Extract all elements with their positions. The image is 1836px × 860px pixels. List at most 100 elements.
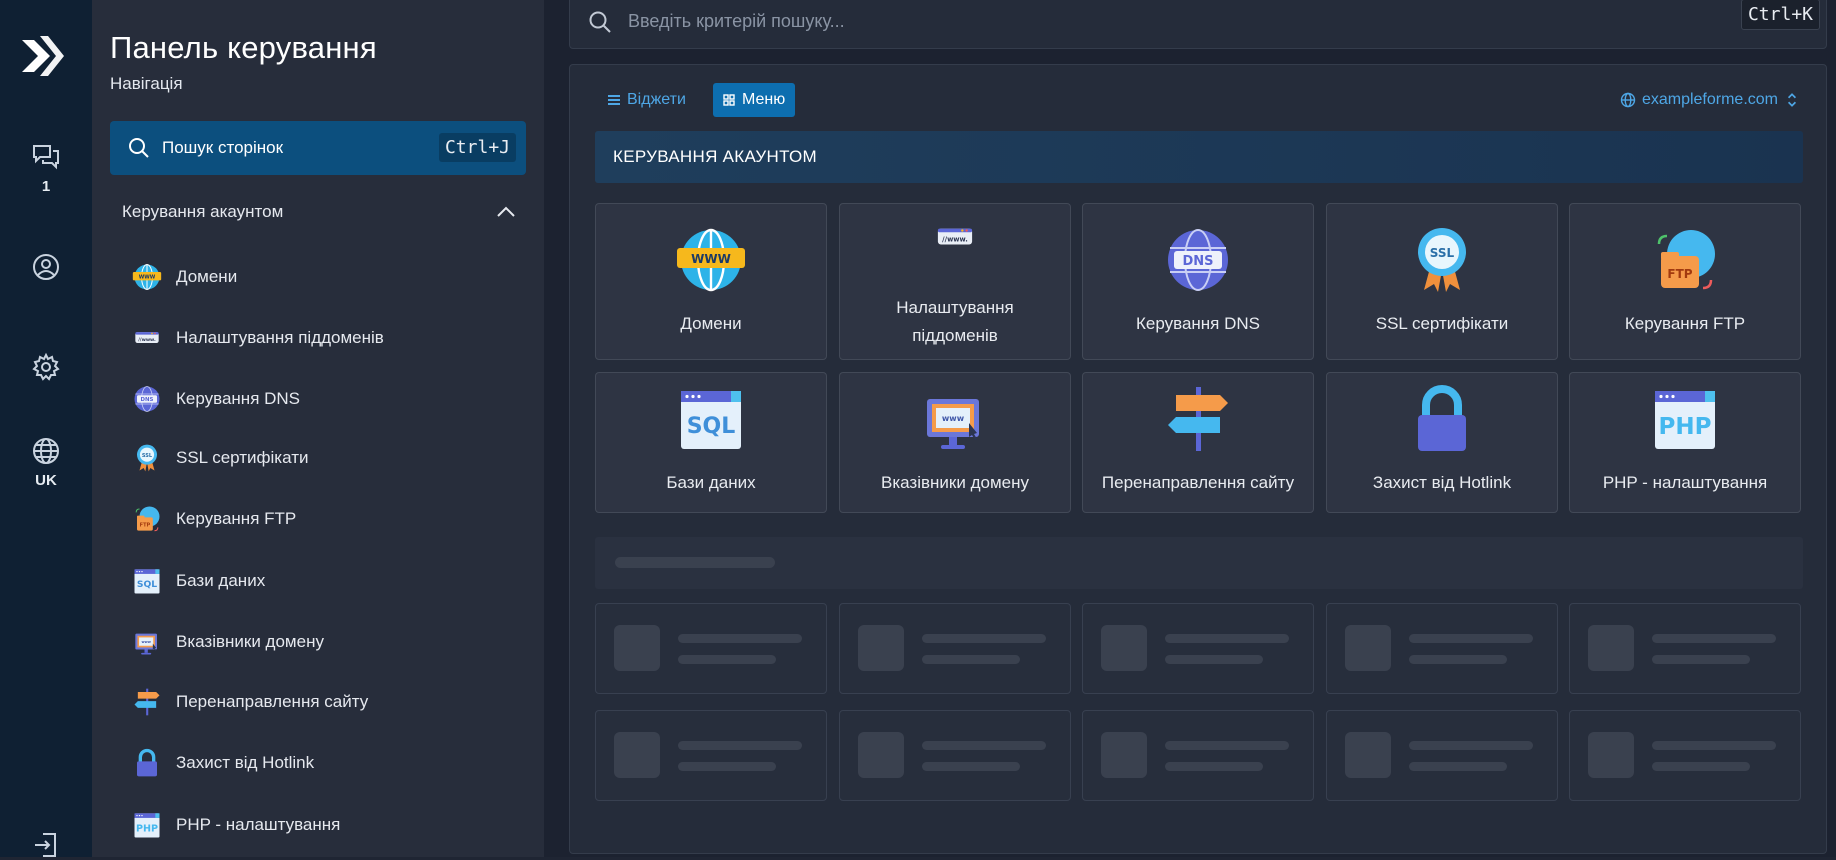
account-group-toggle[interactable]: Керування акаунтом [122,200,516,224]
card-databases[interactable]: Бази даних [595,372,827,513]
card-domain-pointers[interactable]: Вказівники домену [839,372,1071,513]
skeleton-card [1082,603,1314,694]
card-dns[interactable]: Керування DNS [1082,203,1314,360]
card-label: PHP - налаштування [1602,473,1768,492]
card-subdomains[interactable]: Налаштування піддоменів [839,203,1071,360]
card-label: Захист від Hotlink [1372,473,1512,492]
card-label: Керування FTP [1624,314,1746,333]
page-search-label: Пошук сторінок [162,138,284,157]
dns-icon [1162,224,1234,296]
lock-icon [132,748,162,778]
card-label: Перенаправлення сайту [1101,473,1295,492]
skeleton-section-header [595,537,1803,589]
skeleton-bar [615,557,775,568]
sql-database-icon [132,566,162,596]
logout-icon [35,833,56,857]
ssl-badge-icon [1406,224,1478,296]
sidebar-item-redirects[interactable]: Перенаправлення сайту [132,682,368,722]
sidebar-item-subdomains[interactable]: Налаштування піддоменів [132,318,384,358]
subdomain-icon [132,323,162,353]
chat-icon [33,145,59,170]
sidebar-item-ftp[interactable]: Керування FTP [132,499,296,539]
ssl-badge-icon [132,443,162,473]
settings-button[interactable] [0,352,92,382]
card-redirects[interactable]: Перенаправлення сайту [1082,372,1314,513]
card-ftp[interactable]: Керування FTP [1569,203,1801,360]
list-icon [608,95,620,105]
sidebar-item-label: Керування FTP [176,509,297,528]
card-label: Бази даних [666,473,756,492]
skeleton-card [1569,710,1801,801]
account-group-label: Керування акаунтом [122,202,284,221]
sidebar-item-label: Захист від Hotlink [176,753,315,772]
language-button[interactable]: UK [0,436,92,489]
user-icon [33,254,59,280]
skeleton-card [1082,710,1314,801]
domain-selector-value: exampleforme.com [1641,91,1778,108]
grid-icon [723,94,735,106]
card-hotlink[interactable]: Захист від Hotlink [1326,372,1558,513]
page-search-button[interactable]: Пошук сторінок Ctrl+J [110,121,526,175]
card-label: SSL сертифікати [1375,314,1509,333]
sidebar-item-label: Домени [176,267,238,286]
sidebar-item-domain-pointers[interactable]: Вказівники домену [132,622,324,662]
sidebar-item-ssl[interactable]: SSL сертифікати [132,438,308,478]
php-icon [132,810,162,840]
section-header: КЕРУВАННЯ АКАУНТОМ [595,131,1803,183]
skeleton-card [839,710,1071,801]
view-widgets-toggle[interactable]: Віджети [598,83,696,117]
domain-selector[interactable]: exampleforme.com [1620,91,1806,109]
sidebar-title: Панель керування [110,30,377,65]
globe-icon [33,438,59,464]
card-label: Налаштування піддоменів [896,298,1014,345]
app-logo-icon[interactable] [20,32,64,80]
sql-database-icon [675,383,747,455]
sidebar-item-label: Керування DNS [176,389,301,408]
subdomain-icon [919,224,991,268]
search-icon [129,138,149,158]
account-button[interactable] [0,252,92,282]
sidebar-item-php[interactable]: PHP - налаштування [132,805,340,845]
menu-panel: Віджети Меню exampleforme.com КЕРУВАННЯ … [569,64,1827,854]
global-search-input[interactable]: Введіть критерій пошуку... Ctrl+K [569,0,1827,49]
domain-pointer-icon [919,383,991,455]
sidebar-subtitle: Навігація [110,74,183,93]
ftp-folder-icon [1649,224,1721,296]
app-rail: 1 UK [0,0,92,857]
search-shortcut: Ctrl+K [1740,0,1820,30]
language-code: UK [35,472,57,489]
main-content: Введіть критерій пошуку... Ctrl+K Віджет… [544,0,1836,857]
search-placeholder: Введіть критерій пошуку... [628,11,845,31]
card-label: Вказівники домену [881,473,1029,492]
sidebar-item-label: PHP - налаштування [176,815,341,834]
card-php[interactable]: PHP - налаштування [1569,372,1801,513]
sidebar-item-label: Налаштування піддоменів [176,328,384,347]
view-menu-toggle[interactable]: Меню [713,83,796,117]
page-search-shortcut: Ctrl+J [438,133,516,162]
sidebar-item-label: SSL сертифікати [176,448,309,467]
globe-www-icon [675,224,747,296]
view-widgets-label: Віджети [627,91,686,108]
domain-pointer-icon [132,627,162,657]
skeleton-card [595,603,827,694]
sidebar-item-hotlink[interactable]: Захист від Hotlink [132,743,314,783]
sidebar-item-domains[interactable]: Домени [132,257,237,297]
globe-www-icon [132,262,162,292]
chevron-up-icon [497,206,515,217]
sidebar-item-databases[interactable]: Бази даних [132,561,265,601]
chevron-up-down-icon [1787,93,1797,107]
skeleton-card [839,603,1071,694]
card-ssl[interactable]: SSL сертифікати [1326,203,1558,360]
skeleton-card [1326,710,1558,801]
lock-icon [1406,383,1478,455]
sidebar-item-label: Бази даних [176,571,266,590]
php-icon [1649,383,1721,455]
logout-button[interactable] [0,830,92,860]
skeleton-card [1569,603,1801,694]
sidebar-item-dns[interactable]: Керування DNS [132,379,300,419]
gear-icon [32,352,60,381]
card-domains[interactable]: Домени [595,203,827,360]
dns-icon [132,384,162,414]
sidebar-item-label: Вказівники домену [176,632,324,651]
chat-button[interactable]: 1 [0,142,92,195]
